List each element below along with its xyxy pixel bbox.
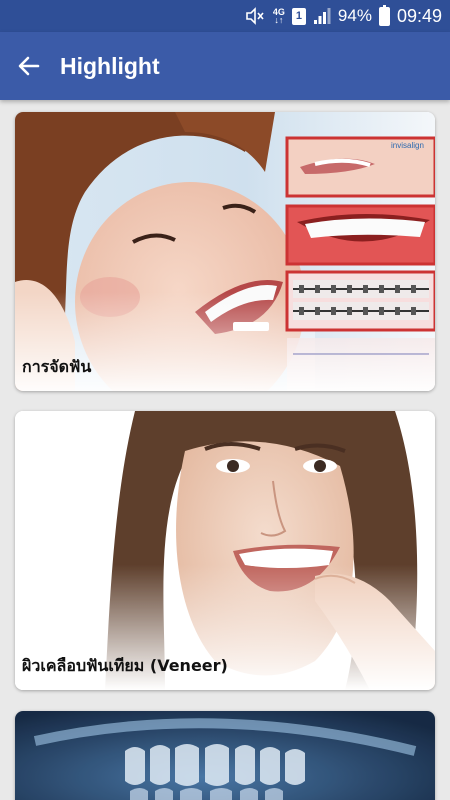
- status-bar: 4G ↓↑ 1 94% 09:49: [0, 0, 450, 32]
- xray-photo: [15, 711, 435, 800]
- invisalign-inset: invisalign: [285, 136, 435, 391]
- mute-icon: [246, 7, 264, 25]
- app-bar: Highlight: [0, 32, 450, 100]
- braces-photo: invisalign: [15, 112, 435, 391]
- sim-icon: 1: [291, 7, 306, 25]
- card-title: ผิวเคลือบฟันเทียม (Veneer): [22, 656, 228, 675]
- battery-icon: [378, 4, 390, 26]
- card-title: การจัดฟัน: [22, 357, 92, 376]
- back-button[interactable]: [0, 32, 58, 100]
- network-icon: 4G ↓↑: [272, 7, 285, 25]
- veneer-photo: [15, 411, 435, 690]
- svg-text:invisalign: invisalign: [391, 141, 424, 150]
- highlight-card-veneer[interactable]: ผิวเคลือบฟันเทียม (Veneer): [15, 411, 435, 690]
- arrow-left-icon: [18, 56, 40, 76]
- highlight-card-braces[interactable]: invisalign การจัดฟัน: [15, 112, 435, 391]
- highlight-card-xray[interactable]: [15, 711, 435, 800]
- clock: 09:49: [396, 5, 442, 26]
- highlight-list[interactable]: invisalign การจัดฟัน ผิวเคลือบฟันเทียม (…: [0, 100, 450, 800]
- page-title: Highlight: [60, 52, 160, 79]
- battery-percent: 94%: [337, 6, 372, 25]
- signal-icon: [313, 8, 331, 24]
